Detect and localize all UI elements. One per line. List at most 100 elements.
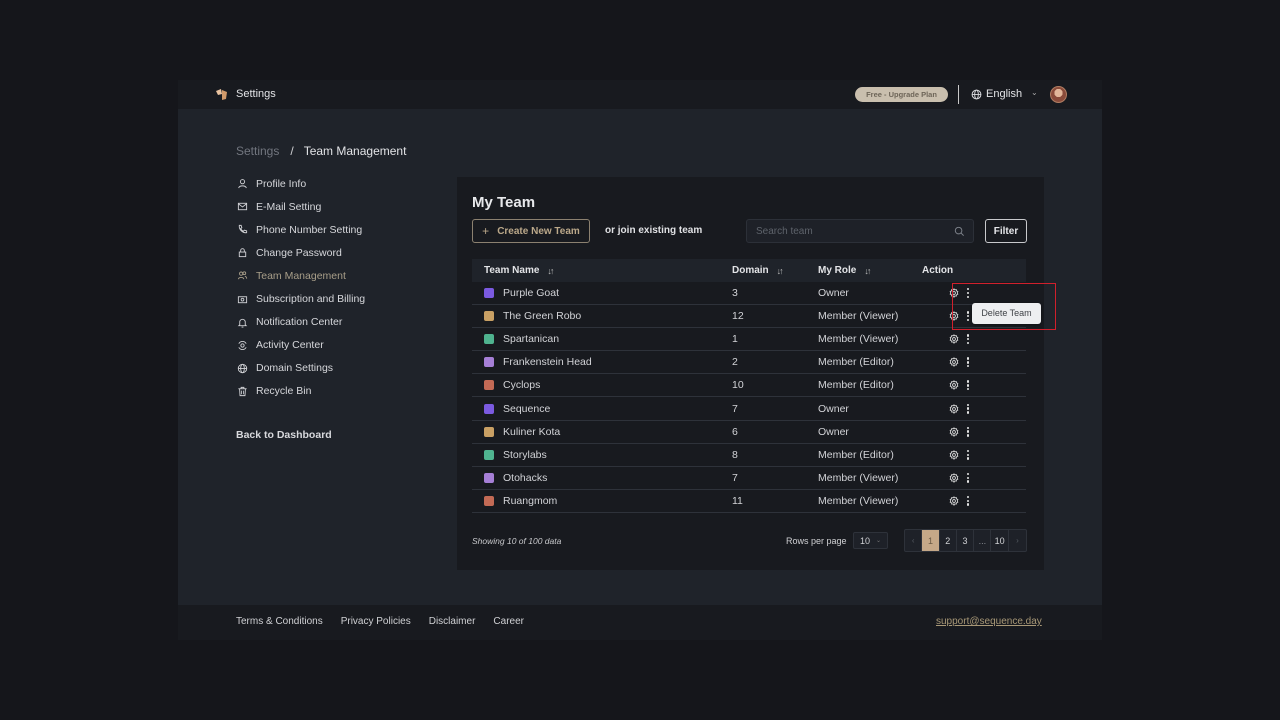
team-name[interactable]: Sequence (503, 403, 550, 415)
filter-button[interactable]: Filter (985, 219, 1027, 243)
gear-icon[interactable] (949, 426, 959, 437)
team-avatar-icon (484, 472, 494, 483)
sidebar-item-label: Domain Settings (256, 362, 334, 375)
team-name[interactable]: Frankenstein Head (503, 356, 592, 368)
team-avatar-icon (484, 403, 494, 414)
sort-icon[interactable]: ↓↑ (864, 266, 871, 276)
column-header-label: Team Name (484, 265, 540, 276)
sidebar-item-recycle-bin[interactable]: Recycle Bin (236, 380, 436, 403)
gear-icon[interactable] (949, 449, 959, 460)
team-name[interactable]: Otohacks (503, 472, 547, 484)
pagination: ‹ 1 2 3 ... 10 › (904, 529, 1028, 552)
domain-cell: 1 (732, 333, 738, 346)
footer-link-career[interactable]: Career (493, 616, 524, 627)
next-page-button[interactable]: › (1009, 530, 1026, 551)
domain-cell: 8 (732, 448, 738, 461)
footer-link-terms[interactable]: Terms & Conditions (236, 616, 323, 627)
gear-icon[interactable] (949, 288, 959, 298)
create-new-team-button[interactable]: + Create New Team (472, 219, 590, 243)
create-new-team-label: Create New Team (497, 225, 580, 237)
team-name-cell: Kuliner Kota (472, 426, 732, 438)
chevron-down-icon: ⌄ (876, 538, 882, 544)
sidebar-item-email-setting[interactable]: E-Mail Setting (236, 195, 436, 218)
sidebar-item-notification-center[interactable]: Notification Center (236, 311, 436, 334)
table-row[interactable]: Otohacks 7 Member (Viewer) (472, 467, 1026, 490)
footer-link-disclaimer[interactable]: Disclaimer (429, 616, 476, 627)
domain-cell: 12 (732, 310, 744, 323)
more-options-icon[interactable] (967, 403, 970, 414)
more-options-icon[interactable] (967, 357, 970, 368)
action-cell (922, 334, 1026, 345)
sidebar-item-profile-info[interactable]: Profile Info (236, 172, 436, 195)
sidebar-item-subscription-billing[interactable]: Subscription and Billing (236, 287, 436, 310)
gear-icon[interactable] (949, 472, 959, 483)
action-cell (922, 380, 1026, 391)
sidebar-item-phone-number-setting[interactable]: Phone Number Setting (236, 218, 436, 241)
gear-icon[interactable] (949, 357, 959, 368)
team-name[interactable]: Ruangmom (503, 495, 557, 507)
table-row[interactable]: Frankenstein Head 2 Member (Editor) (472, 351, 1026, 375)
sidebar-item-domain-settings[interactable]: Domain Settings (236, 357, 436, 380)
team-name[interactable]: Cyclops (503, 379, 540, 391)
avatar[interactable] (1050, 86, 1067, 103)
domain-cell: 7 (732, 402, 738, 415)
sort-icon[interactable]: ↓↑ (777, 266, 784, 276)
team-avatar-icon (484, 288, 494, 299)
breadcrumb-settings[interactable]: Settings (236, 144, 279, 158)
more-options-icon[interactable] (967, 495, 970, 506)
column-header-domain[interactable]: Domain ↓↑ (732, 265, 818, 276)
table-row[interactable]: Ruangmom 11 Member (Viewer) (472, 490, 1026, 513)
sidebar-item-activity-center[interactable]: Activity Center (236, 334, 436, 357)
table-row[interactable]: Sequence 7 Owner (472, 397, 1026, 421)
prev-page-button[interactable]: ‹ (905, 530, 923, 551)
table-row[interactable]: Kuliner Kota 6 Owner (472, 421, 1026, 444)
team-name[interactable]: Storylabs (503, 449, 547, 461)
page-button-3[interactable]: 3 (957, 530, 975, 551)
table-header: Team Name ↓↑ Domain ↓↑ My Role ↓↑ Action (472, 259, 1026, 282)
table-row[interactable]: Cyclops 10 Member (Editor) (472, 374, 1026, 398)
gear-icon[interactable] (949, 496, 959, 506)
team-name[interactable]: The Green Robo (503, 310, 581, 322)
search-icon[interactable] (954, 226, 965, 237)
team-name[interactable]: Purple Goat (503, 287, 559, 299)
more-options-icon[interactable] (967, 449, 970, 460)
team-name[interactable]: Spartanican (503, 333, 559, 345)
table-row[interactable]: The Green Robo 12 Member (Viewer) (472, 305, 1026, 329)
rows-per-page-select[interactable]: 10 ⌄ (853, 532, 888, 549)
team-name[interactable]: Kuliner Kota (503, 426, 560, 438)
search-input[interactable] (747, 220, 937, 242)
more-options-icon[interactable] (967, 334, 970, 345)
more-options-icon[interactable] (967, 288, 970, 299)
more-options-icon[interactable] (967, 311, 970, 322)
globe-icon (971, 89, 982, 100)
footer-link-privacy[interactable]: Privacy Policies (341, 616, 411, 627)
sidebar-item-team-management[interactable]: Team Management (236, 264, 436, 287)
more-options-icon[interactable] (967, 472, 970, 483)
delete-team-tooltip[interactable]: Delete Team (972, 303, 1041, 324)
page-button-10[interactable]: 10 (991, 530, 1009, 551)
team-avatar-icon (484, 426, 494, 437)
table-row[interactable]: Spartanican 1 Member (Viewer) (472, 328, 1026, 352)
domain-cell: 6 (732, 425, 738, 438)
gear-icon[interactable] (949, 311, 959, 322)
page-button-2[interactable]: 2 (940, 530, 957, 551)
gear-icon[interactable] (949, 380, 959, 391)
back-to-dashboard-link[interactable]: Back to Dashboard (236, 429, 332, 441)
team-avatar-icon (484, 495, 494, 506)
gear-icon[interactable] (949, 334, 959, 345)
column-header-my-role[interactable]: My Role ↓↑ (818, 265, 922, 276)
sidebar-item-change-password[interactable]: Change Password (236, 241, 436, 264)
chevron-down-icon[interactable]: ⌄ (1031, 88, 1038, 97)
table-row[interactable]: Purple Goat 3 Owner (472, 282, 1026, 306)
table-row[interactable]: Storylabs 8 Member (Editor) (472, 444, 1026, 467)
upgrade-plan-button[interactable]: Free - Upgrade Plan (855, 87, 948, 102)
gear-icon[interactable] (949, 403, 959, 414)
support-email-link[interactable]: support@sequence.day (936, 616, 1042, 627)
more-options-icon[interactable] (967, 380, 970, 391)
language-selector[interactable]: English (986, 88, 1022, 100)
page-button-1[interactable]: 1 (922, 530, 940, 551)
sort-icon[interactable]: ↓↑ (547, 266, 554, 276)
action-cell (922, 288, 1026, 299)
column-header-team-name[interactable]: Team Name ↓↑ (472, 265, 732, 276)
more-options-icon[interactable] (967, 426, 970, 437)
